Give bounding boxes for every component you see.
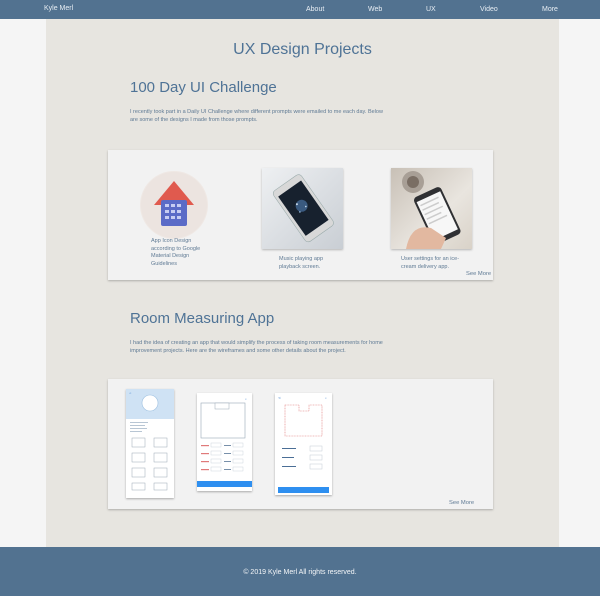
music-app-image[interactable] (262, 168, 343, 249)
svg-text:⌕: ⌕ (245, 397, 247, 401)
copyright-text: © 2019 Kyle Merl All rights reserved. (243, 569, 357, 576)
see-more-link[interactable]: See More (466, 271, 491, 277)
ui-challenge-card: App Icon Design according to Google Mate… (108, 150, 493, 280)
nav-link-about[interactable]: About (306, 6, 324, 13)
main-content-panel: UX Design Projects 100 Day UI Challenge … (46, 19, 559, 547)
phone-photo (272, 174, 334, 243)
top-navbar: Kyle Merl About Web UX Video More (0, 0, 600, 19)
caption-music-app: Music playing app playback screen. (279, 256, 324, 270)
nav-link-web[interactable]: Web (368, 6, 382, 13)
page-title: UX Design Projects (233, 41, 372, 58)
section-title-room-measuring: Room Measuring App (130, 310, 275, 327)
wireframe-profile-screen[interactable]: < (126, 389, 174, 498)
wireframe-floorplan-screen[interactable]: < ⌕ (275, 393, 332, 495)
ice-cream-app-image[interactable] (391, 168, 472, 249)
app-icon-image[interactable] (140, 171, 208, 239)
house-calculator-icon (141, 172, 207, 238)
section-desc-ui-challenge: I recently took part in a Daily UI Chall… (130, 109, 383, 123)
wireframe-measurement-screen[interactable]: ⌕ (197, 393, 252, 491)
caption-ice-cream-app: User settings for an ice-cream delivery … (401, 256, 460, 270)
nav-link-more[interactable]: More (542, 6, 558, 13)
hand-phone-photo (402, 171, 461, 249)
svg-text:<: < (278, 396, 281, 400)
svg-text:⌕: ⌕ (325, 396, 327, 400)
brand-name[interactable]: Kyle Merl (44, 5, 73, 12)
see-more-link[interactable]: See More (449, 500, 474, 506)
footer: © 2019 Kyle Merl All rights reserved. (0, 547, 600, 596)
section-desc-room-measuring: I had the idea of creating an app that w… (130, 340, 383, 354)
section-title-ui-challenge: 100 Day UI Challenge (130, 79, 277, 96)
room-measuring-card: < ⌕ < ⌕ See More (108, 379, 493, 509)
nav-link-video[interactable]: Video (480, 6, 498, 13)
caption-app-icon: App Icon Design according to Google Mate… (151, 238, 201, 267)
nav-link-ux[interactable]: UX (426, 6, 436, 13)
